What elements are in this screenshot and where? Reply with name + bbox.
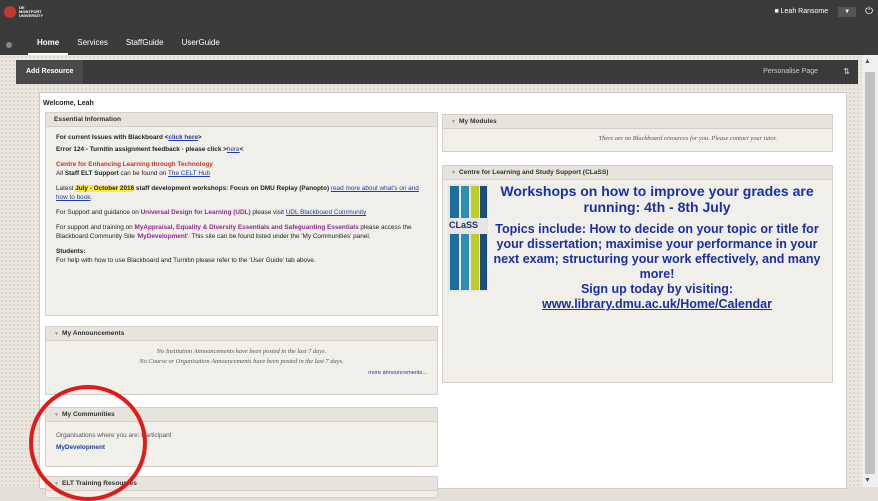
user-icon: ■ — [774, 8, 779, 15]
user-name: Leah Ransome — [780, 8, 829, 15]
issues-line: For current Issues with Blackboard <clic… — [56, 134, 202, 141]
module-title: Centre for Learning and Study Support (C… — [458, 169, 609, 176]
mydevelopment-line: For support and training on MyAppraisal,… — [56, 224, 412, 240]
collapse-arrow-icon[interactable]: ▼ — [451, 119, 456, 125]
scroll-down-icon[interactable]: ▼ — [864, 477, 871, 484]
main-tabs: Home Services StaffGuide UserGuide — [28, 34, 229, 56]
error124-line: Error 124 - Turnitin assignment feedback… — [56, 146, 244, 153]
welcome-heading: Welcome, Leah — [43, 100, 94, 107]
module-my-modules: ▼ My Modules There are no Blackboard reso… — [442, 114, 833, 152]
add-resource-button[interactable]: Add Resource — [16, 60, 84, 84]
tab-services[interactable]: Services — [68, 34, 117, 56]
logo-line-2: UNIVERSITY — [19, 13, 44, 18]
annotation-circle — [29, 385, 147, 501]
announcement-line-1: No Institution Announcements have been p… — [156, 348, 327, 355]
celt-hub-link[interactable]: The CELT Hub — [168, 170, 210, 177]
students-block: Students: For help with how to use Black… — [56, 248, 316, 264]
personalise-page-button[interactable]: Personalise Page — [763, 60, 818, 84]
class-logo: CLaSS — [448, 184, 488, 292]
class-signup-text: Sign up today by visiting: — [580, 282, 734, 296]
module-essential-information: Essential Information For current Issues… — [45, 112, 438, 316]
module-title: Essential Information — [54, 116, 122, 123]
pin-icon[interactable] — [6, 42, 12, 48]
class-calendar-link[interactable]: www.library.dmu.ac.uk/Home/Calendar — [487, 297, 827, 312]
chevron-down-icon[interactable]: ▼ — [838, 6, 857, 17]
module-header[interactable]: ▼ My Announcements — [46, 327, 437, 341]
tab-home[interactable]: Home — [28, 34, 69, 56]
udl-link[interactable]: UDL Blackboard Community — [286, 209, 366, 216]
crest-icon — [4, 6, 16, 18]
celt-block: Centre for Enhancing Learning through Te… — [56, 160, 427, 178]
class-topics: Topics include: How to decide on your to… — [493, 222, 821, 281]
top-navigation-bar: DE MONTFORT UNIVERSITY Home Services Sta… — [0, 0, 878, 56]
issues-link[interactable]: click here — [168, 134, 198, 141]
scrollbar-thumb[interactable] — [865, 72, 875, 474]
module-header[interactable]: ▼ Centre for Learning and Study Support (… — [443, 166, 832, 180]
module-header[interactable]: Essential Information — [46, 113, 437, 127]
modules-text: There are no Blackboard resources for yo… — [598, 135, 777, 142]
power-icon[interactable]: ⏻ — [860, 6, 878, 17]
collapse-arrow-icon[interactable]: ▼ — [54, 331, 59, 337]
university-logo[interactable]: DE MONTFORT UNIVERSITY — [4, 6, 47, 18]
class-logo-text: CLaSS — [449, 220, 479, 230]
class-signup: Sign up today by visiting: www.library.d… — [487, 282, 827, 312]
udl-line: For Support and guidance on Universal De… — [56, 209, 367, 216]
more-announcements-link[interactable]: more announcements... — [56, 370, 427, 376]
action-bar: Add Resource Personalise Page ⇅ — [16, 60, 858, 84]
module-announcements: ▼ My Announcements No Institution Announc… — [45, 326, 438, 395]
user-menu-button[interactable]: ■ Leah Ransome — [768, 6, 834, 17]
module-title: My Announcements — [61, 330, 125, 337]
celt-title: Centre for Enhancing Learning through Te… — [56, 161, 213, 168]
module-title: My Modules — [458, 118, 497, 125]
module-header[interactable]: ▼ My Modules — [443, 115, 832, 129]
sort-icon[interactable]: ⇅ — [843, 60, 850, 84]
user-menu: ■ Leah Ransome ▼ ⏻ — [768, 6, 878, 17]
class-headline: Workshops on how to improve your grades … — [500, 183, 814, 215]
error124-link[interactable]: here — [227, 146, 240, 153]
tab-staffguide[interactable]: StaffGuide — [117, 34, 173, 56]
tab-userguide[interactable]: UserGuide — [173, 34, 229, 56]
announcement-line-2: No Course or Organisation Announcements … — [139, 358, 344, 365]
latest-line: Latest July - October 2016 staff develop… — [56, 185, 419, 201]
collapse-arrow-icon[interactable]: ▼ — [451, 170, 456, 176]
scroll-up-icon[interactable]: ▲ — [864, 58, 871, 65]
